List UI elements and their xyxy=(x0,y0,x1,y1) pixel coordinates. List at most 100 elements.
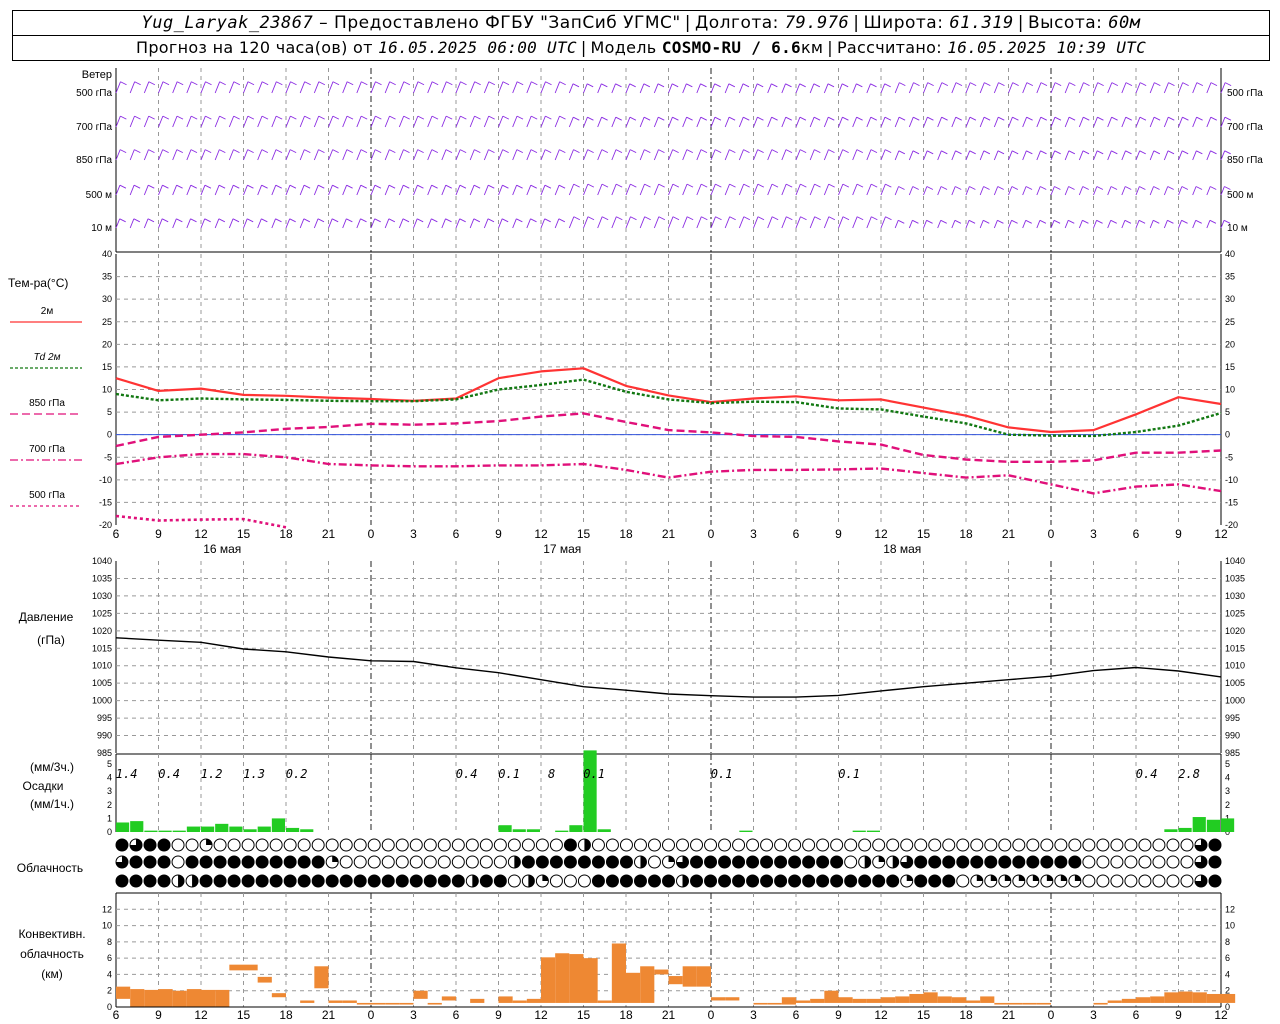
2-tick-label-right: 1015 xyxy=(1225,643,1245,653)
wind-barb-flag xyxy=(162,149,169,154)
cloud-cover-circle xyxy=(157,874,171,888)
hour-tick-label: 9 xyxy=(155,527,162,541)
date-label: 18 мая xyxy=(883,542,921,556)
cloud-cover-circle xyxy=(521,838,535,852)
conv-cloud-bar xyxy=(881,997,896,1003)
wind-barb-flag xyxy=(119,149,127,154)
conv-cloud-bar xyxy=(413,990,428,999)
wind-barb xyxy=(413,218,418,229)
wind-barb-flag xyxy=(643,83,651,88)
wind-barb-flag xyxy=(1167,150,1175,155)
wind-barb-flag xyxy=(686,83,693,88)
wind-barb-flag xyxy=(289,149,297,154)
1-tick-label-right: -5 xyxy=(1225,452,1233,462)
wind-barb xyxy=(852,216,858,229)
wind-barb-flag xyxy=(644,216,651,221)
wind-barb xyxy=(243,115,249,128)
cloud-cover-circle xyxy=(577,874,591,888)
wind-barb xyxy=(498,115,504,128)
wind-barb-flag xyxy=(488,81,496,86)
wind-barb-flag xyxy=(743,116,750,121)
wind-barb xyxy=(512,218,517,229)
wind-barb-flag xyxy=(204,218,211,223)
precip-bar xyxy=(526,829,540,832)
wind-barb xyxy=(852,117,858,128)
wind-barb xyxy=(1206,150,1211,161)
conv-cloud-bar xyxy=(796,1000,811,1003)
wind-barb xyxy=(228,115,235,128)
wind-barb-flag xyxy=(545,115,552,120)
wind-barb xyxy=(1121,150,1126,161)
wind-barb xyxy=(696,216,702,229)
wind-barb-flag xyxy=(1138,219,1146,224)
conv-cloud-bar xyxy=(172,990,187,1007)
wind-barb-flag xyxy=(303,184,311,189)
wind-barb-flag xyxy=(148,81,156,86)
hour-tick-label: 0 xyxy=(1048,527,1055,541)
wind-barb-flag xyxy=(331,218,339,223)
wind-barb xyxy=(200,185,206,196)
wind-barb-flag xyxy=(346,81,354,86)
conv-cloud-bar xyxy=(441,996,456,1001)
wind-barb xyxy=(328,218,333,229)
wind-barb xyxy=(554,218,560,229)
wind-barb xyxy=(143,115,150,128)
legend-label: 700 гПа xyxy=(29,444,65,455)
cloud-cover-circle xyxy=(970,855,984,869)
wind-level-label-left: 500 гПа xyxy=(76,88,112,99)
wind-barb-flag xyxy=(1110,186,1118,190)
wind-barb xyxy=(455,218,461,229)
cloud-cover-circle xyxy=(1166,874,1180,888)
2-tick-label-left: 1010 xyxy=(92,661,112,671)
wind-barb-flag xyxy=(785,149,793,154)
conv-tick-label-right: 8 xyxy=(1225,937,1230,947)
conv-tick-label-left: 8 xyxy=(107,937,112,947)
wind-barb-flag xyxy=(997,219,1004,224)
cloud-cover-circle xyxy=(381,838,395,852)
wind-barb-flag xyxy=(926,150,934,155)
wind-barb-flag xyxy=(559,149,566,154)
wind-barb-flag xyxy=(672,183,680,188)
2-tick-label-right: 1000 xyxy=(1225,696,1245,706)
wind-barb xyxy=(583,216,589,229)
wind-barb-flag xyxy=(289,218,296,223)
cloud-cover-circle xyxy=(227,874,241,888)
wind-barb xyxy=(143,149,149,161)
wind-barb-flag xyxy=(842,116,849,121)
wind-barb-flag xyxy=(233,149,240,154)
wind-barb xyxy=(483,81,490,94)
wind-barb xyxy=(1220,82,1226,94)
precip-bar xyxy=(271,818,285,832)
precip-bar xyxy=(201,826,215,832)
cloud-cover-circle xyxy=(241,855,255,869)
wind-barb-flag xyxy=(190,115,198,120)
2-tick-label-left: 1015 xyxy=(92,643,112,653)
wind-barb-flag xyxy=(1210,150,1217,155)
wind-barb-flag xyxy=(219,81,226,86)
wind-barb-flag xyxy=(502,184,509,189)
wind-barb xyxy=(398,218,404,229)
cloud-cover-circle xyxy=(704,855,718,869)
hour-tick-label-bottom: 3 xyxy=(750,1008,757,1022)
cloud-cover-circle xyxy=(549,874,563,888)
wind-barb xyxy=(328,149,334,161)
wind-barb-flag xyxy=(218,218,226,223)
wind-barb-flag xyxy=(997,186,1004,190)
wind-barb xyxy=(1220,150,1226,161)
cloud-cover-circle xyxy=(353,874,367,888)
wind-barb-flag xyxy=(176,81,184,86)
conv-axis-label-2: облачность xyxy=(20,947,84,961)
wind-barb-flag xyxy=(885,183,892,188)
wind-barb-flag xyxy=(756,83,764,88)
wind-barb xyxy=(370,185,376,196)
cloud-cover-circle xyxy=(844,874,858,888)
wind-barb xyxy=(838,149,844,161)
wind-barb xyxy=(597,183,603,196)
conv-cloud-bar xyxy=(512,1000,527,1003)
wind-barb xyxy=(710,216,716,229)
wind-barb xyxy=(781,117,787,128)
wind-barb xyxy=(356,218,361,229)
wind-barb-flag xyxy=(715,183,722,188)
wind-barb-flag xyxy=(998,116,1005,121)
conv-cloud-bar xyxy=(243,964,258,971)
